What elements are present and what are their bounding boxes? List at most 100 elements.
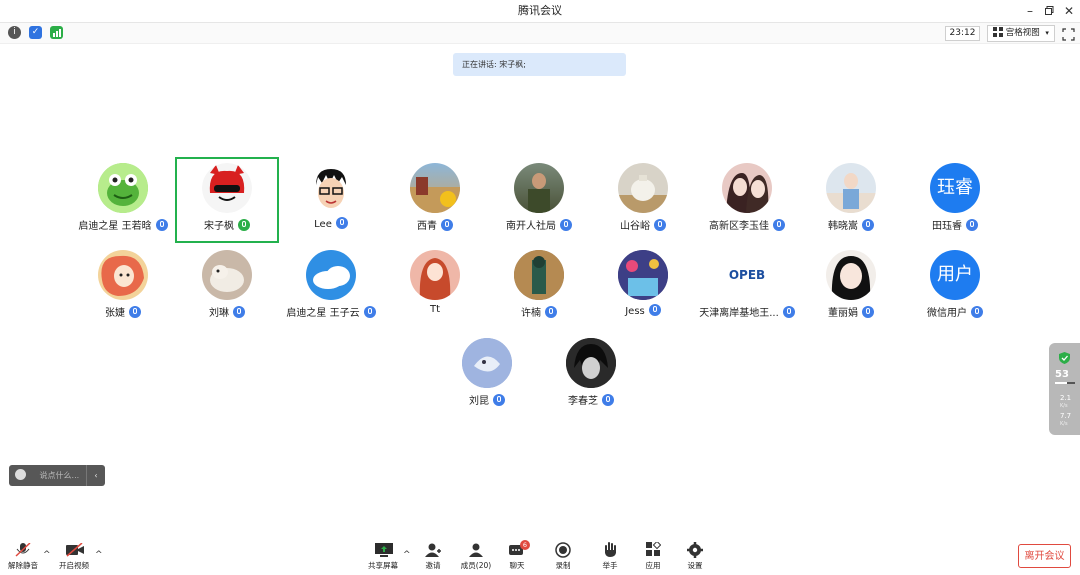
- members-button[interactable]: 成员(20): [457, 542, 495, 574]
- chat-button[interactable]: 6 聊天: [498, 540, 536, 574]
- camera-off-icon: [66, 542, 84, 557]
- participant-tile[interactable]: 张婕: [71, 244, 175, 330]
- grid-view-icon: [993, 27, 1003, 43]
- view-mode-label: 宫格视图: [1005, 28, 1040, 38]
- avatar: [306, 163, 356, 213]
- participant-name: 西青: [417, 221, 437, 232]
- participant-tile[interactable]: 用户 微信用户: [903, 244, 1007, 330]
- raise-hand-button[interactable]: 举手: [591, 542, 629, 574]
- shield-icon[interactable]: ✓: [29, 26, 42, 39]
- mic-icon: [602, 394, 614, 406]
- view-mode-dropdown[interactable]: 宫格视图 ▾: [987, 25, 1055, 42]
- avatar: [722, 163, 772, 213]
- network-status-panel[interactable]: 53 2.1 K/s 7.7 K/s: [1049, 343, 1080, 435]
- emoji-icon[interactable]: [15, 469, 26, 480]
- avatar: [514, 250, 564, 300]
- avatar: [98, 250, 148, 300]
- avatar: [826, 250, 876, 300]
- avatar: [202, 163, 252, 213]
- raise-hand-label: 举手: [602, 561, 618, 570]
- restore-icon[interactable]: [1039, 0, 1059, 22]
- participant-name: 启迪之星 王若晗: [78, 221, 152, 232]
- participant-tile[interactable]: Lee: [279, 157, 383, 243]
- mic-icon: [782, 306, 795, 318]
- settings-button[interactable]: 设置: [676, 542, 714, 574]
- avatar-logo: OPEB: [722, 250, 772, 300]
- apps-button[interactable]: 应用: [634, 540, 672, 574]
- participant-name: 田珏睿: [932, 221, 962, 232]
- chat-input[interactable]: 说点什么... ‹: [9, 465, 105, 486]
- participant-tile[interactable]: 启迪之星 王若晗: [71, 157, 175, 243]
- participant-tile[interactable]: 启迪之星 王子云: [279, 244, 383, 330]
- record-icon: [555, 542, 571, 558]
- chevron-left-icon[interactable]: ‹: [86, 465, 105, 486]
- participant-tile[interactable]: OPEB 天津离岸基地王...: [695, 244, 799, 330]
- download-rate: 7.7: [1060, 412, 1072, 420]
- record-label: 录制: [555, 561, 571, 570]
- participant-tile[interactable]: 高新区李玉佳: [695, 157, 799, 243]
- mic-icon: [335, 217, 348, 229]
- apps-label: 应用: [645, 561, 661, 570]
- participant-name: 高新区李玉佳: [709, 221, 769, 232]
- bottom-toolbar: 解除静音 ^ 开启视频 ^ 共享屏幕 ^ 邀请 成员(20) 6 聊天 录制 举…: [0, 538, 1080, 575]
- participant-tile[interactable]: Jess: [591, 244, 695, 330]
- mic-icon: [493, 394, 505, 406]
- record-button[interactable]: 录制: [544, 542, 582, 574]
- participant-name: Lee: [314, 219, 332, 230]
- chevron-up-icon[interactable]: ^: [95, 550, 103, 560]
- participant-tile[interactable]: 李春芝: [539, 332, 643, 418]
- chat-badge: 6: [520, 540, 530, 550]
- share-screen-button[interactable]: 共享屏幕: [364, 542, 402, 574]
- invite-button[interactable]: 邀请: [414, 542, 452, 574]
- participant-name: 刘昆: [469, 396, 489, 407]
- network-score-bar: [1055, 382, 1075, 384]
- signal-icon[interactable]: [50, 26, 63, 39]
- close-icon[interactable]: ✕: [1059, 0, 1079, 22]
- participant-name: 宋子枫: [204, 221, 234, 232]
- participant-tile[interactable]: 珏睿 田珏睿: [903, 157, 1007, 243]
- invite-label: 邀请: [425, 561, 441, 570]
- mic-icon: [155, 219, 168, 231]
- minimize-icon[interactable]: –: [1020, 0, 1040, 22]
- meeting-toolbar: i ✓ 23:12 宫格视图 ▾: [0, 22, 1080, 44]
- fullscreen-icon[interactable]: [1062, 26, 1075, 41]
- participant-name: 微信用户: [927, 308, 967, 319]
- avatar: [826, 163, 876, 213]
- participant-name: 董丽娟: [828, 308, 858, 319]
- opeb-logo: OPEB: [728, 268, 766, 282]
- participant-tile-active[interactable]: 宋子枫: [175, 157, 279, 243]
- chevron-up-icon[interactable]: ^: [43, 550, 51, 560]
- participant-name: 天津离岸基地王...: [699, 308, 779, 319]
- download-unit: K/s: [1060, 421, 1068, 427]
- mic-icon: [862, 306, 874, 318]
- members-icon: [468, 542, 484, 557]
- network-score: 53: [1055, 369, 1069, 380]
- info-icon[interactable]: i: [8, 26, 21, 39]
- mic-active-icon: [238, 219, 250, 231]
- participant-name: 山谷峪: [620, 221, 650, 232]
- start-video-button[interactable]: 开启视频: [55, 542, 93, 574]
- hand-icon: [602, 542, 618, 557]
- avatar: [98, 163, 148, 213]
- participant-tile[interactable]: 刘昆: [435, 332, 539, 418]
- unmute-label: 解除静音: [8, 561, 38, 570]
- participant-tile[interactable]: Tt: [383, 244, 487, 330]
- participant-tile[interactable]: 山谷峪: [591, 157, 695, 243]
- participant-tile[interactable]: 刘琳: [175, 244, 279, 330]
- participant-tile[interactable]: 董丽娟: [799, 244, 903, 330]
- avatar-initials: 珏睿: [930, 163, 980, 213]
- settings-label: 设置: [687, 561, 703, 570]
- participant-name: 刘琳: [209, 308, 229, 319]
- chevron-down-icon: ▾: [1045, 29, 1049, 37]
- participant-tile[interactable]: 韩晓嵩: [799, 157, 903, 243]
- participant-tile[interactable]: 许楠: [487, 244, 591, 330]
- avatar-initials: 用户: [930, 250, 980, 300]
- unmute-button[interactable]: 解除静音: [4, 542, 42, 574]
- window-title: 腾讯会议: [518, 4, 562, 17]
- chevron-up-icon[interactable]: ^: [403, 550, 411, 560]
- leave-meeting-button[interactable]: 离开会议: [1018, 544, 1071, 568]
- avatar: [462, 338, 512, 388]
- mic-icon: [971, 306, 983, 318]
- participant-tile[interactable]: 南开人社局: [487, 157, 591, 243]
- participant-tile[interactable]: 西青: [383, 157, 487, 243]
